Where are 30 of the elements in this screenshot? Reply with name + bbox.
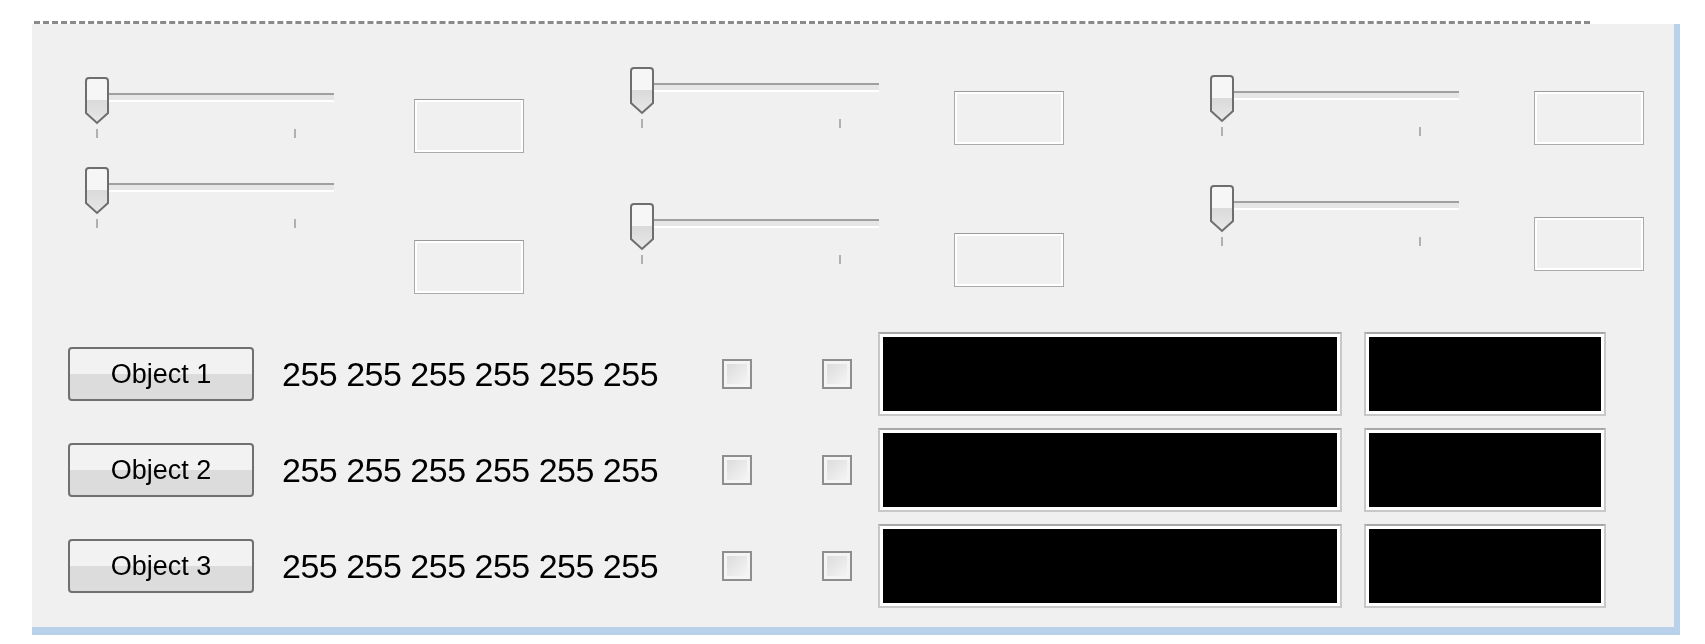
checkbox[interactable] — [722, 455, 752, 485]
color-values: 255 255 255 255 255 255 — [282, 546, 660, 586]
checkbox[interactable] — [822, 359, 852, 389]
slider[interactable] — [1209, 185, 1459, 245]
slider-thumb[interactable] — [629, 203, 655, 251]
slider[interactable] — [84, 77, 334, 137]
slider-thumb[interactable] — [84, 77, 110, 125]
slider-thumb[interactable] — [1209, 185, 1235, 233]
slider-thumb[interactable] — [1209, 75, 1235, 123]
text-field[interactable] — [414, 240, 524, 294]
color-values: 255 255 255 255 255 255 — [282, 450, 660, 490]
checkbox[interactable] — [822, 551, 852, 581]
text-field[interactable] — [414, 99, 524, 153]
slider-thumb[interactable] — [84, 167, 110, 215]
checkbox[interactable] — [722, 551, 752, 581]
checkbox[interactable] — [722, 359, 752, 389]
text-field[interactable] — [1534, 91, 1644, 145]
slider[interactable] — [1209, 75, 1459, 135]
slider[interactable] — [629, 67, 879, 127]
text-field[interactable] — [1534, 217, 1644, 271]
object-button[interactable]: Object 2 — [68, 443, 254, 497]
checkbox[interactable] — [822, 455, 852, 485]
text-field[interactable] — [954, 233, 1064, 287]
text-field[interactable] — [954, 91, 1064, 145]
slider-thumb[interactable] — [629, 67, 655, 115]
object-button[interactable]: Object 3 — [68, 539, 254, 593]
slider[interactable] — [84, 167, 334, 227]
color-values: 255 255 255 255 255 255 — [282, 354, 660, 394]
slider[interactable] — [629, 203, 879, 263]
object-button[interactable]: Object 1 — [68, 347, 254, 401]
